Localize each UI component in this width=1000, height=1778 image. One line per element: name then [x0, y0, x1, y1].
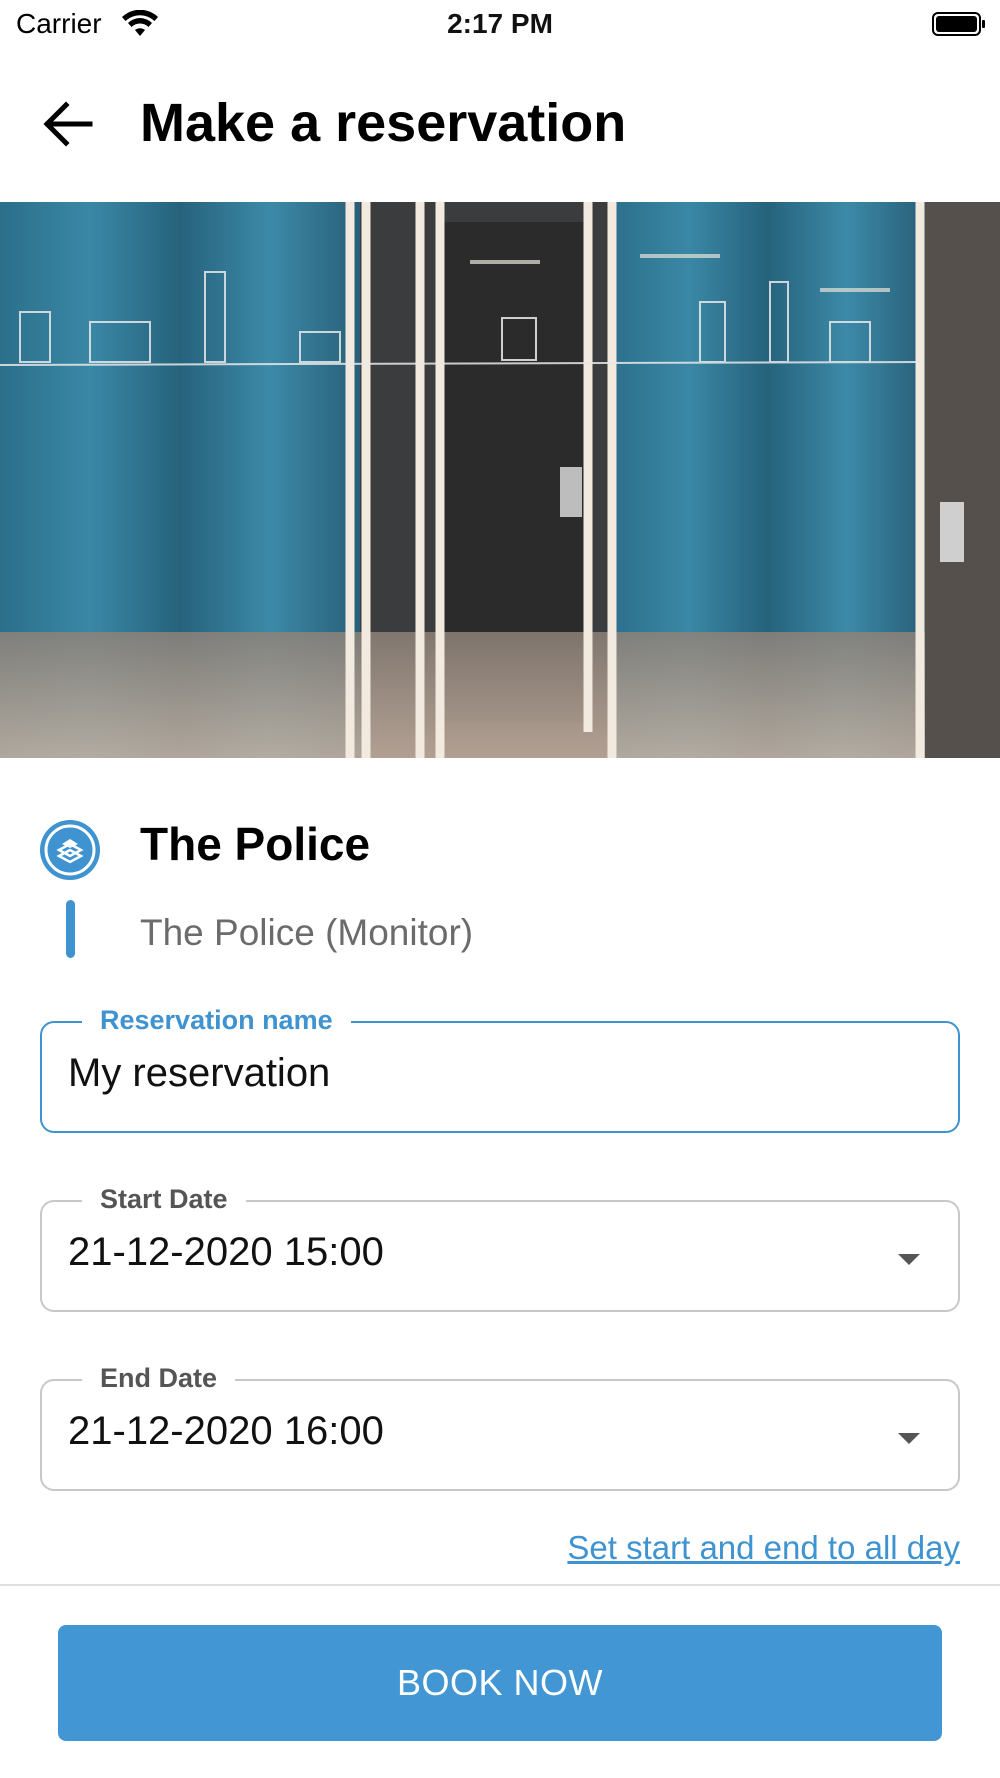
status-bar: Carrier 2:17 PM	[0, 0, 1000, 50]
room-subtitle: The Police (Monitor)	[140, 912, 474, 953]
reservation-name-field[interactable]: Reservation name My reservation	[40, 1003, 960, 1133]
all-day-link[interactable]: Set start and end to all day	[567, 1529, 960, 1567]
end-date-value: 21-12-2020 16:00	[68, 1409, 384, 1453]
start-date-select[interactable]: Start Date 21-12-2020 15:00	[40, 1182, 960, 1312]
nav-bar: Make a reservation	[0, 50, 1000, 204]
room-badge-icon	[40, 820, 100, 880]
chevron-down-icon	[898, 1433, 920, 1444]
chevron-down-icon	[898, 1254, 920, 1265]
room-divider	[66, 900, 75, 958]
divider	[0, 1584, 1000, 1586]
status-time: 2:17 PM	[447, 8, 553, 39]
reservation-name-label: Reservation name	[82, 1003, 351, 1037]
arrow-left-icon	[43, 101, 93, 147]
end-date-select[interactable]: End Date 21-12-2020 16:00	[40, 1361, 960, 1491]
room-name: The Police	[140, 818, 371, 870]
room-photo	[0, 202, 1000, 758]
end-date-label: End Date	[82, 1361, 236, 1395]
start-date-label: Start Date	[82, 1182, 246, 1216]
back-button[interactable]	[36, 92, 100, 156]
book-now-button[interactable]: BOOK NOW	[58, 1625, 942, 1741]
page-title: Make a reservation	[140, 93, 627, 153]
battery-icon	[932, 12, 985, 36]
reservation-name-input[interactable]: My reservation	[68, 1051, 330, 1096]
start-date-value: 21-12-2020 15:00	[68, 1230, 384, 1274]
